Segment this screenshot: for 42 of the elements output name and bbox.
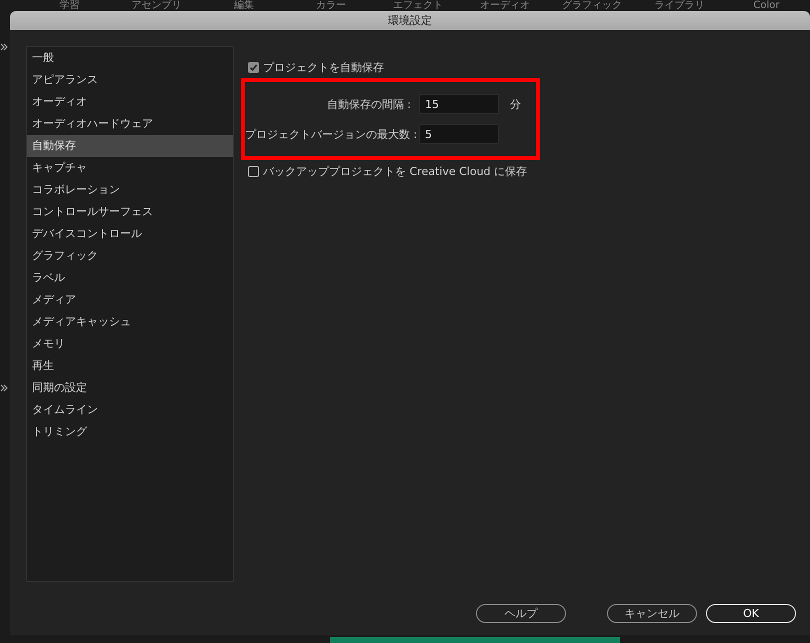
sidebar-item[interactable]: ラベル (27, 267, 233, 289)
sidebar-item[interactable]: オーディオ (27, 91, 233, 113)
dialog-button[interactable]: キャンセル (607, 604, 697, 623)
checkbox[interactable] (248, 166, 259, 176)
workspace-tab[interactable]: Color (722, 0, 810, 11)
sidebar-item[interactable]: キャプチャ (27, 157, 233, 179)
sidebar-item[interactable]: グラフィック (27, 245, 233, 267)
sidebar-item[interactable]: 自動保存 (27, 135, 233, 157)
checkbox-label: バックアッププロジェクトを Creative Cloud に保存 (263, 164, 528, 178)
workspace-tab[interactable]: 編集 (200, 0, 288, 11)
sidebar-item[interactable]: コントロールサーフェス (27, 201, 233, 223)
expand-icon[interactable] (0, 384, 8, 392)
sidebar-item[interactable]: メディア (27, 289, 233, 311)
sidebar-item[interactable]: 同期の設定 (27, 377, 233, 399)
sidebar-item[interactable]: アピアランス (27, 69, 233, 91)
sidebar-item[interactable]: メモリ (27, 333, 233, 355)
sidebar-item[interactable]: コラボレーション (27, 179, 233, 201)
workspace-tab[interactable]: 学習 (26, 0, 114, 11)
sidebar-item[interactable]: タイムライン (27, 399, 233, 421)
input-field[interactable]: 15 (419, 94, 499, 114)
dialog-button[interactable]: OK (706, 604, 796, 623)
sidebar-item[interactable]: トリミング (27, 421, 233, 443)
workspace-tab[interactable]: エフェクト (374, 0, 462, 11)
workspace-tab[interactable]: オーディオ (462, 0, 549, 11)
sidebar-item[interactable]: メディアキャッシュ (27, 311, 233, 333)
window-title: 環境設定 (388, 13, 432, 28)
workspace-tab[interactable]: アセンブリ (113, 0, 200, 11)
checkbox[interactable] (248, 62, 259, 72)
workspace-tab[interactable]: カラー (287, 0, 374, 11)
workspace-tab[interactable]: グラフィック (548, 0, 636, 11)
expand-icon[interactable] (0, 43, 8, 51)
input-field[interactable]: 5 (419, 124, 499, 144)
sidebar-item[interactable]: オーディオハードウェア (27, 113, 233, 135)
sidebar-item[interactable]: 一般 (27, 47, 233, 69)
field-label: プロジェクトバージョンの最大数 : (245, 126, 418, 142)
field-label: 自動保存の間隔 : (326, 96, 412, 112)
sidebar-item[interactable]: デバイスコントロール (27, 223, 233, 245)
dialog-button[interactable]: ヘルプ (476, 604, 566, 623)
sidebar-item[interactable]: 再生 (27, 355, 233, 377)
workspace-tab[interactable]: ライブラリ (636, 0, 723, 11)
checkbox-label: プロジェクトを自動保存 (263, 60, 384, 74)
unit-label: 分 (510, 96, 521, 112)
